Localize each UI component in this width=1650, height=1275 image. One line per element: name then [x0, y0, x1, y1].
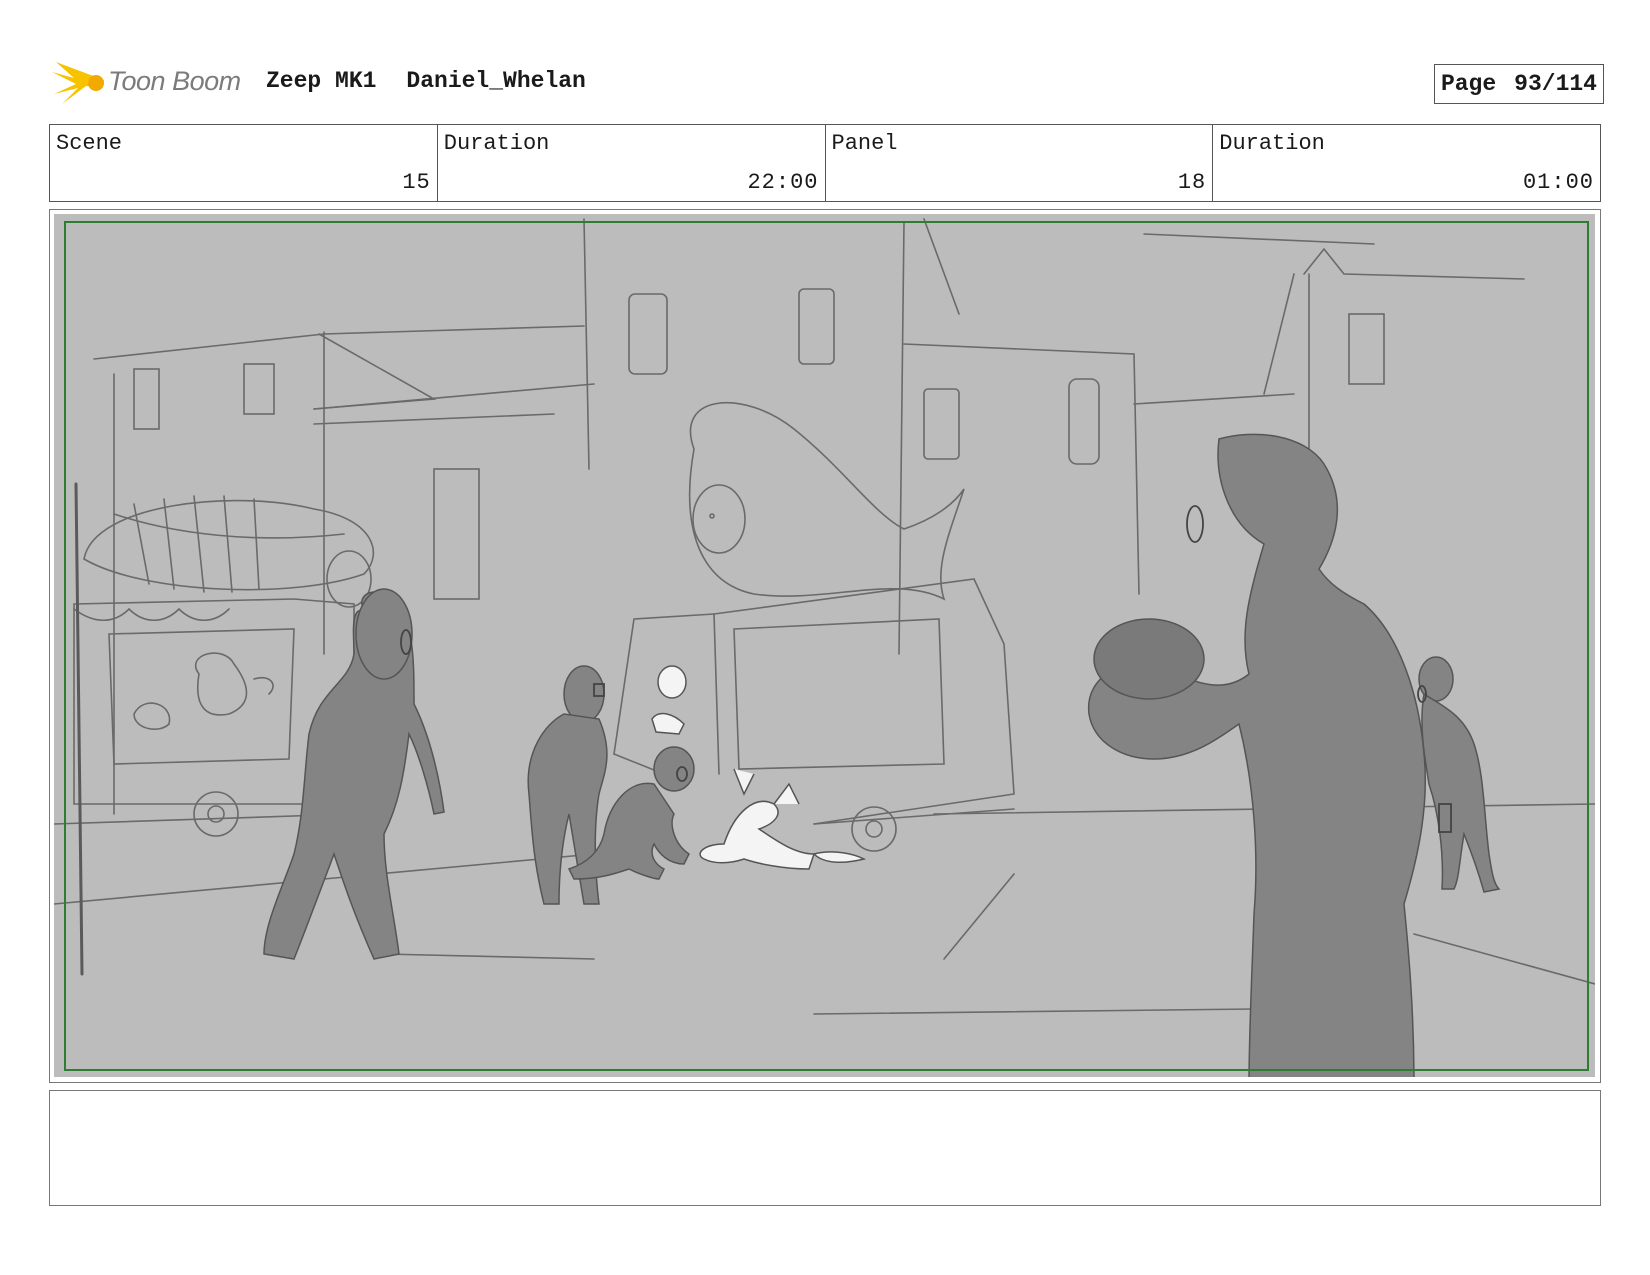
storyboard-panel: [49, 209, 1601, 1083]
scene-cell: Scene 15: [50, 125, 438, 201]
project-title: Zeep MK1: [266, 68, 377, 94]
panel-value: 18: [1177, 170, 1207, 195]
starburst-icon: [52, 62, 104, 104]
action-notes-box: [49, 1090, 1601, 1206]
panel-sketch: [54, 214, 1595, 1077]
scene-label: Scene: [56, 131, 123, 156]
panel-cell: Panel 18: [826, 125, 1214, 201]
scene-value: 15: [402, 170, 431, 195]
page-header: Toon Boom Zeep MK1 Daniel_Whelan Page 93/1…: [52, 58, 1604, 106]
panel-label: Panel: [831, 131, 898, 156]
scene-info-table: Scene 15 Duration 22:00 Panel 18 Duratio…: [49, 124, 1601, 202]
sketch-drawing: [54, 218, 1595, 1077]
panel-duration-label: Duration: [1219, 131, 1325, 156]
scene-duration-cell: Duration 22:00: [438, 125, 826, 201]
panel-duration-value: 01:00: [1522, 170, 1594, 195]
panel-duration-cell: Duration 01:00: [1213, 125, 1600, 201]
page-indicator: Page 93/114: [1433, 64, 1604, 104]
author-name: Daniel_Whelan: [406, 68, 586, 94]
scene-duration-value: 22:00: [747, 170, 819, 195]
logo-text: Toon Boom: [108, 66, 241, 96]
scene-duration-label: Duration: [443, 131, 550, 156]
toon-boom-logo: Toon Boom: [52, 58, 252, 106]
project-info: Zeep MK1 Daniel_Whelan: [266, 68, 616, 94]
page-number: 93/114: [1514, 71, 1597, 97]
page-label: Page: [1440, 71, 1497, 97]
